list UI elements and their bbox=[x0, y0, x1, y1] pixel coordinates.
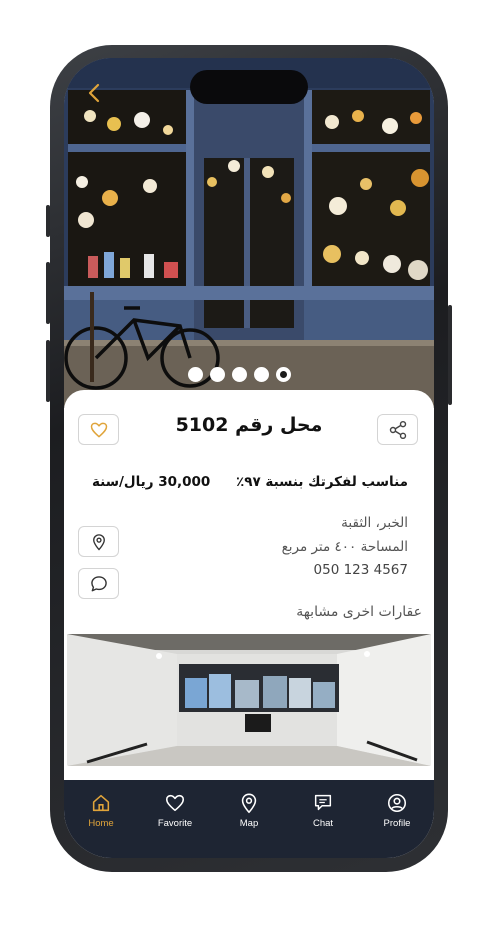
chat-icon bbox=[314, 794, 332, 811]
nav-item-profile[interactable]: Profile bbox=[367, 792, 427, 858]
storefront-photo bbox=[64, 58, 434, 408]
property-title: محل رقم 5102 bbox=[175, 414, 323, 436]
carousel-dot[interactable] bbox=[276, 367, 291, 382]
nav-item-home[interactable]: Home bbox=[71, 792, 131, 858]
phone-number[interactable]: 050 123 4567 bbox=[314, 562, 408, 578]
property-photo-carousel[interactable] bbox=[64, 58, 434, 408]
nav-item-map[interactable]: Map bbox=[219, 792, 279, 858]
back-button[interactable] bbox=[82, 80, 108, 106]
phone-volume-down-button bbox=[46, 340, 50, 402]
share-icon bbox=[389, 420, 406, 439]
map-pin-icon bbox=[92, 533, 105, 550]
heart-icon bbox=[165, 794, 185, 812]
similar-property-card[interactable] bbox=[67, 634, 431, 766]
screenshot-canvas: محل رقم 5102 مناسب لفكرتك بنسبة ٩٧٪ 30,0… bbox=[0, 0, 498, 935]
camera-notch bbox=[190, 70, 308, 104]
location-text: الخبر، الثقبة bbox=[341, 515, 408, 531]
carousel-dot[interactable] bbox=[232, 367, 247, 382]
area-text: المساحة ٤٠٠ متر مربع bbox=[281, 539, 408, 555]
nav-item-chat[interactable]: Chat bbox=[293, 792, 353, 858]
favorite-button[interactable] bbox=[78, 414, 119, 445]
carousel-indicators bbox=[188, 367, 291, 382]
chat-button[interactable] bbox=[78, 568, 119, 599]
phone-side-button bbox=[46, 205, 50, 237]
nav-label: Favorite bbox=[157, 818, 193, 829]
nav-label: Profile bbox=[383, 818, 411, 829]
nav-item-favorite[interactable]: Favorite bbox=[145, 792, 205, 858]
nav-label: Home bbox=[88, 818, 114, 829]
carousel-dot[interactable] bbox=[254, 367, 269, 382]
home-icon bbox=[92, 794, 110, 812]
nav-label: Chat bbox=[312, 818, 334, 829]
nav-label: Map bbox=[239, 818, 259, 829]
profile-icon bbox=[387, 793, 407, 813]
carousel-dot[interactable] bbox=[210, 367, 225, 382]
bottom-navigation: Home Favorite Map Chat Profile bbox=[64, 780, 434, 858]
phone-screen: محل رقم 5102 مناسب لفكرتك بنسبة ٩٧٪ 30,0… bbox=[64, 58, 434, 858]
match-percentage: مناسب لفكرتك بنسبة ٩٧٪ bbox=[235, 474, 408, 490]
phone-power-button bbox=[448, 305, 452, 405]
share-button[interactable] bbox=[377, 414, 418, 445]
heart-icon bbox=[90, 422, 107, 437]
map-pin-icon bbox=[241, 793, 257, 814]
similar-properties-heading: عقارات اخرى مشابهة bbox=[296, 604, 422, 620]
chat-bubble-icon bbox=[90, 575, 107, 591]
carousel-dot[interactable] bbox=[188, 367, 203, 382]
chevron-left-icon bbox=[88, 83, 100, 103]
phone-volume-up-button bbox=[46, 262, 50, 324]
price: 30,000 ريال/سنة bbox=[92, 474, 211, 490]
property-details-card: محل رقم 5102 مناسب لفكرتك بنسبة ٩٧٪ 30,0… bbox=[64, 390, 434, 790]
similar-property-photo bbox=[67, 634, 431, 766]
map-location-button[interactable] bbox=[78, 526, 119, 557]
